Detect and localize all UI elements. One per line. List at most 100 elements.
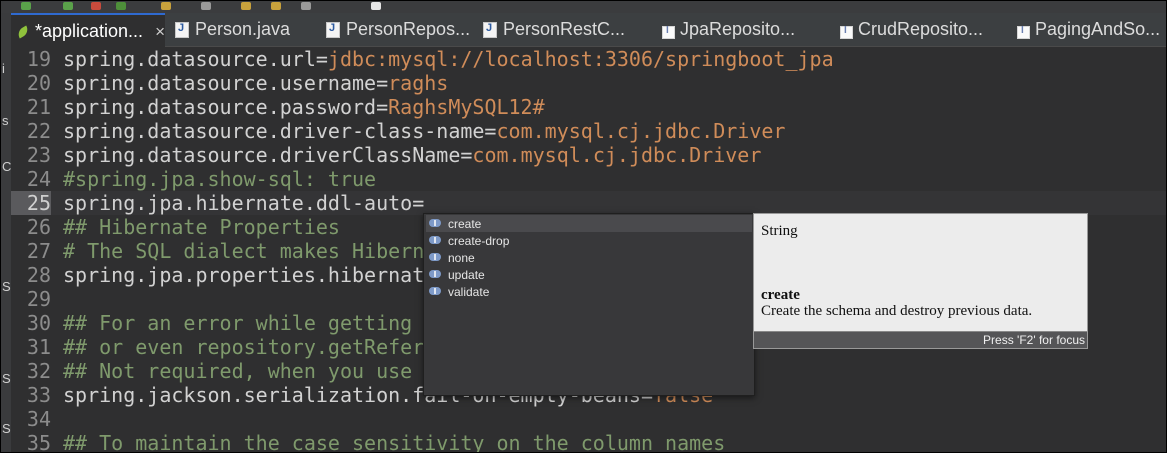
code-text: spring.datasource.username=raghs xyxy=(63,71,448,95)
property-value-icon xyxy=(429,219,443,228)
code-text: ## To maintain the case sensitivity on t… xyxy=(63,431,725,452)
completion-label: validate xyxy=(448,284,490,299)
tab-label: PersonRestC... xyxy=(503,19,626,39)
library-class-icon xyxy=(1016,23,1030,39)
line-number: 24 xyxy=(26,167,51,191)
property-key: spring.datasource.password= xyxy=(63,95,389,119)
open-type-icon[interactable] xyxy=(161,2,171,10)
code-line[interactable]: 21 spring.datasource.password=RaghsMySQL1… xyxy=(11,95,1166,119)
doc-footer: Press 'F2' for focus xyxy=(754,331,1087,348)
line-number: 20 xyxy=(26,71,51,95)
line-number: 32 xyxy=(26,359,51,383)
property-value: jdbc:mysql://localhost:3306/springboot_j… xyxy=(327,47,834,71)
code-text: spring.datasource.password=RaghsMySQL12# xyxy=(63,95,545,119)
content-assist-popup[interactable]: create create-drop none update validate xyxy=(423,213,755,396)
property-key: spring.jpa.hibernate.ddl-auto= xyxy=(63,191,425,215)
java-file-icon xyxy=(326,21,340,38)
property-value: com.mysql.cj.jdbc.Driver xyxy=(496,119,786,143)
code-line[interactable]: 20 spring.datasource.username=raghs xyxy=(11,71,1166,95)
line-number: 35 xyxy=(26,431,51,453)
completion-item[interactable]: update xyxy=(426,266,752,283)
toolbar-icon[interactable] xyxy=(241,2,251,10)
line-number: 26 xyxy=(26,215,51,239)
code-text: ## For an error while getting xyxy=(63,311,412,335)
doc-name: create xyxy=(761,287,800,303)
property-value-icon xyxy=(429,236,443,245)
property-value: raghs xyxy=(388,71,449,95)
completion-item[interactable]: create-drop xyxy=(426,232,752,249)
code-line[interactable]: 22 spring.datasource.driver-class-name=co… xyxy=(11,119,1166,143)
completion-item[interactable]: validate xyxy=(426,283,752,300)
line-number: 30 xyxy=(26,311,51,335)
code-text: spring.datasource.url=jdbc:mysql://local… xyxy=(63,47,834,71)
tab-label: Person.java xyxy=(195,19,291,39)
code-text: spring.datasource.driver-class-name=com.… xyxy=(63,119,785,143)
property-value-icon xyxy=(429,287,443,296)
line-number: 27 xyxy=(26,239,51,263)
code-text: # The SQL dialect makes Hibern xyxy=(63,239,424,263)
tab-label: JpaReposito... xyxy=(680,19,796,39)
panel-text-fragment: S xyxy=(2,421,11,436)
stop-icon[interactable] xyxy=(91,2,101,10)
panel-text-fragment: i xyxy=(2,61,5,76)
debug-icon[interactable] xyxy=(63,2,73,10)
editor-tab[interactable]: CrudReposito... xyxy=(833,13,1009,46)
editor-tab[interactable]: PagingAndSo... xyxy=(1010,13,1166,46)
code-line[interactable]: 24 #spring.jpa.show-sql: true xyxy=(11,167,1166,191)
panel-text-fragment: C xyxy=(2,159,12,174)
close-tab-icon[interactable]: × xyxy=(155,22,165,42)
comment-text: # The SQL dialect makes Hibern xyxy=(63,239,425,263)
line-number: 21 xyxy=(26,95,51,119)
line-number: 34 xyxy=(26,407,51,431)
comment-text: ## For an error while getting xyxy=(63,311,413,335)
property-value: com.mysql.cj.jdbc.Driver xyxy=(472,143,762,167)
completion-label: create-drop xyxy=(448,233,510,248)
tab-label: PersonRepos... xyxy=(346,19,471,39)
library-class-icon xyxy=(839,23,853,39)
code-line[interactable]: 23 spring.datasource.driverClassName=com.… xyxy=(11,143,1166,167)
java-file-icon xyxy=(483,21,497,38)
page-icon[interactable] xyxy=(371,2,381,10)
panel-text-fragment: S xyxy=(2,279,11,294)
line-number: 19 xyxy=(26,47,51,71)
back-icon[interactable] xyxy=(301,2,311,10)
line-number: 28 xyxy=(26,263,51,287)
spring-leaf-icon xyxy=(17,25,29,39)
toolbar xyxy=(1,1,1166,13)
java-file-icon xyxy=(175,21,189,38)
line-number: 29 xyxy=(26,287,51,311)
panel-text-fragment: s xyxy=(2,113,9,128)
toolbar-icon[interactable] xyxy=(271,2,281,10)
editor-tab[interactable]: Person.java xyxy=(169,13,315,46)
property-key: spring.datasource.url= xyxy=(63,47,328,71)
editor-tab[interactable]: PersonRestC... xyxy=(477,13,653,46)
property-key: spring.datasource.driverClassName= xyxy=(63,143,473,167)
editor-tab-bar: *application... × Person.java PersonRepos..… xyxy=(11,13,1166,48)
tab-label: CrudReposito... xyxy=(858,19,984,39)
property-key: spring.datasource.driver-class-name= xyxy=(63,119,497,143)
panel-text-fragment: S xyxy=(2,371,11,386)
comment-text: ## Not required, when you use xyxy=(63,359,413,383)
run-icon[interactable] xyxy=(21,2,31,10)
content-assist-doc-popup[interactable]: String create Create the schema and dest… xyxy=(753,213,1088,349)
completion-item[interactable]: none xyxy=(426,249,752,266)
property-value-icon xyxy=(429,270,443,279)
property-key: spring.datasource.username= xyxy=(63,71,389,95)
toolbar-icon[interactable] xyxy=(201,2,211,10)
comment-text: ## or even repository.getRefer xyxy=(63,335,425,359)
code-line[interactable]: 35 ## To maintain the case sensitivity on… xyxy=(11,431,1166,453)
coverage-icon[interactable] xyxy=(116,2,126,10)
code-text: spring.jpa.hibernate.ddl-auto= xyxy=(63,191,424,215)
code-line[interactable]: 19 spring.datasource.url=jdbc:mysql://loc… xyxy=(11,47,1166,71)
code-text: spring.jpa.properties.hibernat xyxy=(63,263,424,287)
completion-label: create xyxy=(448,216,482,231)
code-line[interactable]: 34 xyxy=(11,407,1166,431)
doc-description: Create the schema and destroy previous d… xyxy=(761,303,1033,319)
completion-item[interactable]: create xyxy=(426,215,752,232)
code-text: #spring.jpa.show-sql: true xyxy=(63,167,376,191)
code-line[interactable]: 25 spring.jpa.hibernate.ddl-auto= xyxy=(11,191,1166,215)
editor-tab[interactable]: JpaReposito... xyxy=(655,13,831,46)
editor-tab[interactable]: PersonRepos... xyxy=(320,13,476,46)
editor-tab[interactable]: *application... × xyxy=(11,13,165,48)
comment-text: ## Hibernate Properties xyxy=(63,215,340,239)
